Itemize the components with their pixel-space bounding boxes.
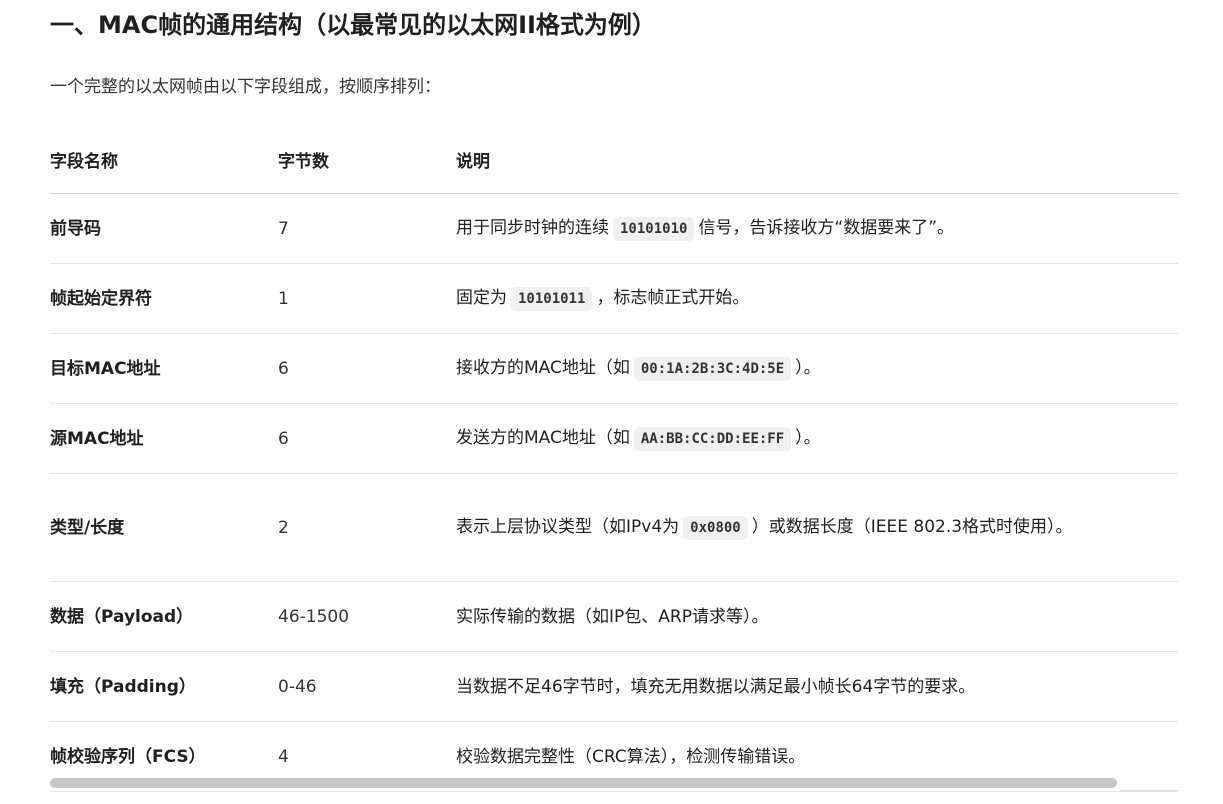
scrollbar-thumb[interactable] <box>50 778 1117 788</box>
description-text: ）。 <box>795 428 821 448</box>
field-name-cell: 填充（Padding） <box>50 651 278 722</box>
header-description: 说明 <box>456 125 1178 194</box>
byte-count-cell: 46-1500 <box>278 581 456 652</box>
table-row: 填充（Padding） 0-46 当数据不足46字节时，填充无用数据以满足最小帧… <box>50 651 1178 722</box>
mac-frame-table: 字段名称 字节数 说明 前导码 7 用于同步时钟的连续 10101010 信号，告诉… <box>50 125 1178 792</box>
table-scroll-container[interactable]: 字段名称 字节数 说明 前导码 7 用于同步时钟的连续 10101010 信号，告诉… <box>50 125 1178 797</box>
header-byte-count: 字节数 <box>278 125 456 194</box>
inline-code: 10101010 <box>613 217 695 241</box>
inline-code: AA:BB:CC:DD:EE:FF <box>633 427 792 451</box>
byte-count-cell: 2 <box>278 473 456 582</box>
description-cell: 固定为 10101011 ，标志帧正式开始。 <box>456 263 1178 334</box>
byte-count-cell: 1 <box>278 263 456 334</box>
description-cell: 实际传输的数据（如IP包、ARP请求等）。 <box>456 581 1178 652</box>
description-text: 用于同步时钟的连续 <box>456 218 609 238</box>
byte-count-cell: 6 <box>278 333 456 404</box>
field-name-cell: 源MAC地址 <box>50 403 278 474</box>
byte-count-cell: 6 <box>278 403 456 474</box>
description-cell: 发送方的MAC地址（如 AA:BB:CC:DD:EE:FF）。 <box>456 403 1178 474</box>
header-field-name: 字段名称 <box>50 125 278 194</box>
byte-count-cell: 0-46 <box>278 651 456 722</box>
description-cell: 用于同步时钟的连续 10101010 信号，告诉接收方“数据要来了”。 <box>456 193 1178 264</box>
description-cell: 接收方的MAC地址（如 00:1A:2B:3C:4D:5E）。 <box>456 333 1178 404</box>
table-row: 前导码 7 用于同步时钟的连续 10101010 信号，告诉接收方“数据要来了”。 <box>50 193 1178 264</box>
description-text: ）。 <box>795 358 821 378</box>
horizontal-scrollbar[interactable] <box>50 778 1120 788</box>
table-row: 目标MAC地址 6 接收方的MAC地址（如 00:1A:2B:3C:4D:5E）。 <box>50 333 1178 404</box>
field-name-cell: 类型/长度 <box>50 473 278 582</box>
description-text: 信号，告诉接收方“数据要来了”。 <box>698 218 955 238</box>
description-text: 接收方的MAC地址（如 <box>456 358 630 378</box>
field-name-cell: 数据（Payload） <box>50 581 278 652</box>
table-header-row: 字段名称 字节数 说明 <box>50 125 1178 194</box>
description-text: 表示上层协议类型（如IPv4为 <box>456 517 680 537</box>
table-bottom-border <box>1120 790 1180 791</box>
table-row: 类型/长度 2 表示上层协议类型（如IPv4为 0x0800 ）或数据长度（IEEE… <box>50 473 1178 582</box>
table-row: 数据（Payload） 46-1500 实际传输的数据（如IP包、ARP请求等）… <box>50 581 1178 652</box>
field-name-cell: 目标MAC地址 <box>50 333 278 404</box>
description-text: ，标志帧正式开始。 <box>596 288 750 308</box>
inline-code: 0x0800 <box>683 516 748 540</box>
section-title: 一、MAC帧的通用结构（以最常见的以太网II格式为例） <box>50 11 656 39</box>
byte-count-cell: 7 <box>278 193 456 264</box>
field-name-cell: 前导码 <box>50 193 278 264</box>
description-text: 发送方的MAC地址（如 <box>456 428 630 448</box>
inline-code: 10101011 <box>511 287 593 311</box>
description-cell: 表示上层协议类型（如IPv4为 0x0800 ）或数据长度（IEEE 802.3格式… <box>456 473 1178 582</box>
intro-paragraph: 一个完整的以太网帧由以下字段组成，按顺序排列： <box>50 77 441 97</box>
description-text: 固定为 <box>456 288 507 308</box>
description-text: ）或数据长度（IEEE 802.3格式时使用）。 <box>751 517 1073 537</box>
inline-code: 00:1A:2B:3C:4D:5E <box>633 357 792 381</box>
field-name-cell: 帧起始定界符 <box>50 263 278 334</box>
description-cell: 当数据不足46字节时，填充无用数据以满足最小帧长64字节的要求。 <box>456 651 1178 722</box>
table-row: 源MAC地址 6 发送方的MAC地址（如 AA:BB:CC:DD:EE:FF）。 <box>50 403 1178 474</box>
table-row: 帧起始定界符 1 固定为 10101011 ，标志帧正式开始。 <box>50 263 1178 334</box>
